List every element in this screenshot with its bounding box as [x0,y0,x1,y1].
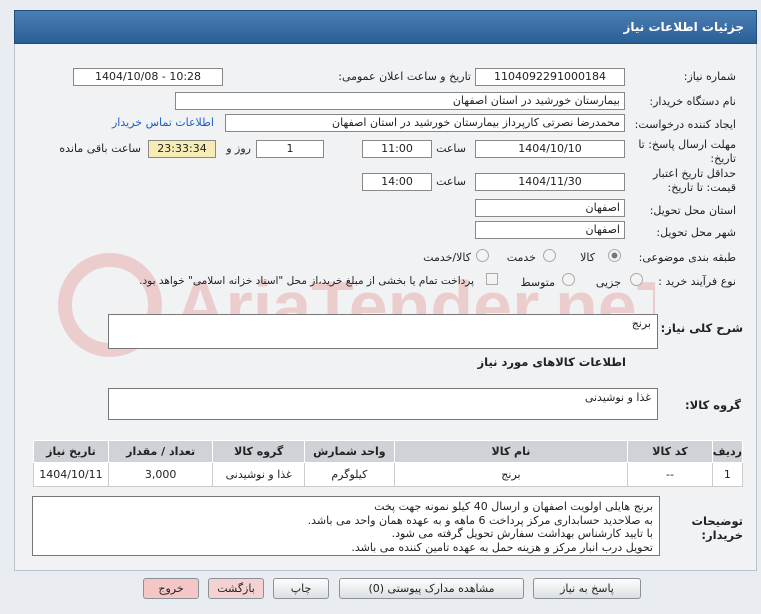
deadline-label-2: تاریخ: [710,152,736,165]
deadline-time-field: 11:00 [362,140,432,158]
remaining-label: ساعت باقی مانده [59,142,141,155]
notes-line: به صلاحدید حسابداری مرکز پرداخت 6 ماهه و… [307,513,653,527]
page-title: جزئیات اطلاعات نیاز [623,20,744,34]
validity-time-label: ساعت [436,175,466,188]
cell-unit: کیلوگرم [304,462,395,487]
attachments-button[interactable]: مشاهده مدارک پیوستی (0) [339,578,524,599]
col-quantity: تعداد / مقدار [107,440,214,463]
cell-quantity: 3,000 [107,462,214,487]
category-goods-radio[interactable] [608,249,621,262]
validity-label-2: قیمت: تا تاریخ: [667,181,736,194]
table-row: 1404/10/11 3,000 غذا و نوشیدنی کیلوگرم ب… [33,462,744,487]
table-header-row: تاریخ نیاز تعداد / مقدار گروه کالا واحد … [33,440,744,463]
category-label: طبقه بندی موضوعی: [638,251,736,264]
exit-button[interactable]: خروج [143,578,199,599]
goods-table: تاریخ نیاز تعداد / مقدار گروه کالا واحد … [33,440,744,487]
notes-line: با تایید کارشناس بهداشت سفارش تحویل گرفت… [391,527,653,540]
goods-group-label: گروه کالا: [685,398,741,412]
purchase-minor-radio[interactable] [630,273,643,286]
validity-date-field: 1404/11/30 [475,173,625,191]
announce-label: تاریخ و ساعت اعلان عمومی: [338,70,471,83]
city-label: شهر محل تحویل: [656,226,736,239]
cell-need-date: 1404/10/11 [33,462,109,487]
description-label: شرح کلی نیاز: [660,321,743,335]
treasury-checkbox[interactable] [486,273,498,285]
col-goods-group: گروه کالا [212,440,306,463]
category-both-radio[interactable] [476,249,489,262]
treasury-note: پرداخت تمام یا بخشی از مبلغ خرید،از محل … [139,275,474,287]
category-goods-label: کالا [580,251,595,264]
purchase-medium-label: متوسط [520,276,555,289]
notes-line: تحویل درب انبار مرکز و هزینه حمل به عهده… [351,540,653,554]
category-both-label: کالا/خدمت [423,251,471,264]
goods-info-title: اطلاعات کالاهای مورد نیاز [477,355,626,369]
validity-time-field: 14:00 [362,173,432,191]
page-header: جزئیات اطلاعات نیاز [14,10,757,44]
remaining-time-field: 23:33:34 [148,140,216,158]
requester-field: محمدرضا نصرتی کارپرداز بیمارستان خورشید … [225,114,625,132]
col-unit: واحد شمارش [304,440,395,463]
col-goods-name: نام کالا [393,440,629,463]
cell-goods-name: برنج [393,462,629,487]
cell-goods-code: -- [627,462,713,487]
days-label: روز و [226,142,251,155]
description-field: برنج [108,314,658,349]
buyer-label: نام دستگاه خریدار: [649,95,736,108]
validity-label: حداقل تاریخ اعتبار [652,167,736,180]
cell-row: 1 [711,462,744,487]
buyer-contact-link[interactable]: اطلاعات تماس خریدار [112,116,214,129]
buyer-field: بیمارستان خورشید در استان اصفهان [175,92,625,110]
requester-label: ایجاد کننده درخواست: [634,118,736,131]
purchase-minor-label: جزیی [595,276,621,289]
col-row: ردیف [711,440,744,463]
deadline-time-label: ساعت [436,142,466,155]
city-field: اصفهان [475,221,625,239]
purchase-medium-radio[interactable] [562,273,575,286]
col-need-date: تاریخ نیاز [33,440,109,463]
notes-line: برنج هایلی اولویت اصفهان و ارسال 40 کیلو… [374,500,653,513]
province-field: اصفهان [475,199,625,217]
buyer-notes-field: برنج هایلی اولویت اصفهان و ارسال 40 کیلو… [32,496,660,556]
province-label: استان محل تحویل: [649,204,736,217]
cell-goods-group: غذا و نوشیدنی [212,462,306,487]
need-number-label: شماره نیاز: [683,70,736,83]
print-button[interactable]: چاپ [273,578,329,599]
goods-group-field: غذا و نوشیدنی [108,388,658,420]
reply-button[interactable]: پاسخ به نیاز [533,578,641,599]
deadline-label: مهلت ارسال پاسخ: تا [638,138,736,151]
announce-field: 1404/10/08 - 10:28 [73,68,223,86]
deadline-date-field: 1404/10/10 [475,140,625,158]
col-goods-code: کد کالا [627,440,713,463]
back-button[interactable]: بازگشت [208,578,264,599]
category-service-radio[interactable] [543,249,556,262]
buyer-notes-label: توضیحات [691,514,744,528]
category-service-label: خدمت [506,251,536,264]
purchase-type-label: نوع فرآیند خرید : [658,275,736,288]
need-number-field: 1104092291000184 [475,68,625,86]
buyer-notes-label-2: خریدار: [701,528,743,542]
days-field: 1 [256,140,324,158]
